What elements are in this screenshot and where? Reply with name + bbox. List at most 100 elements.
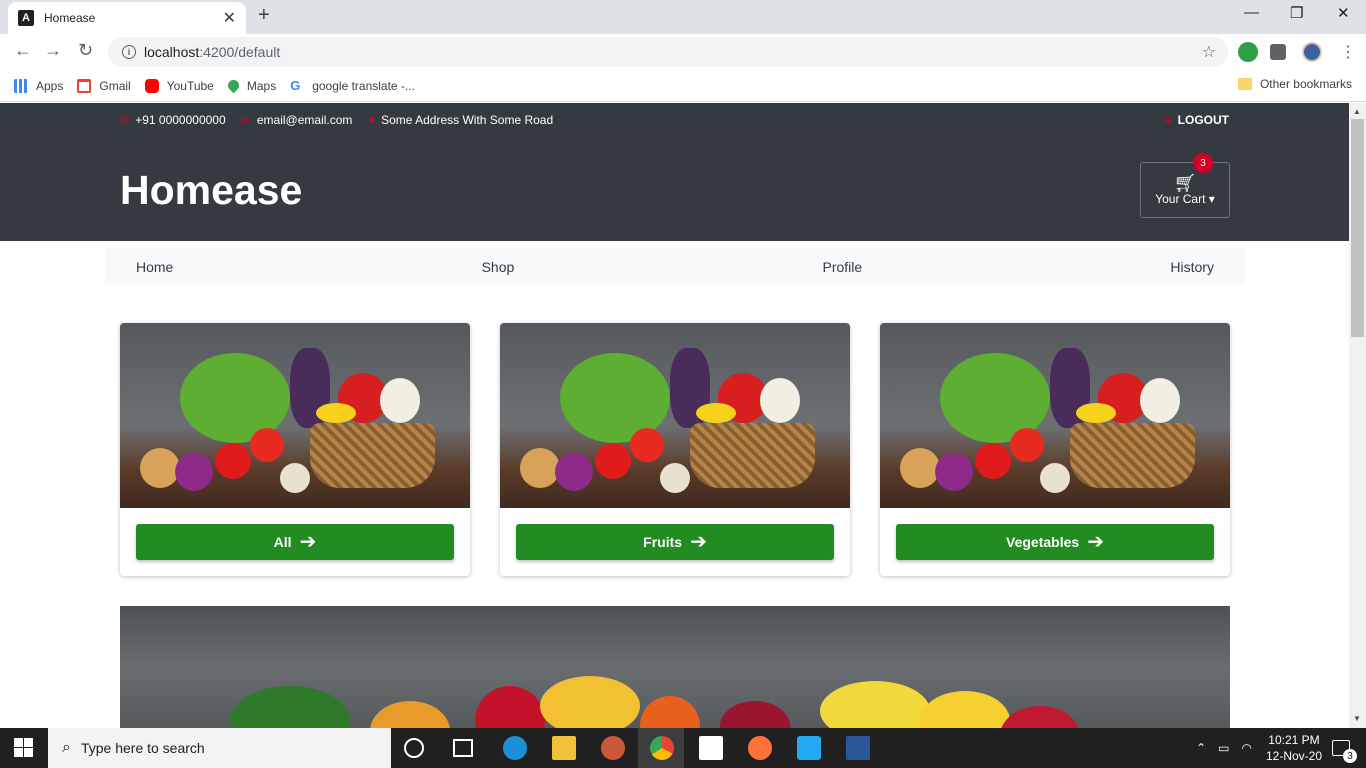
cortana-icon[interactable] <box>404 738 424 758</box>
phone-text: +91 0000000000 <box>135 113 226 127</box>
extensions-puzzle-icon[interactable] <box>1270 44 1286 60</box>
shop-vegetables-button[interactable]: Vegetables ➔ <box>896 524 1214 560</box>
vegetables-image <box>880 323 1230 508</box>
site-info-icon[interactable]: i <box>122 45 136 59</box>
scrollbar-thumb[interactable] <box>1351 119 1364 337</box>
back-button[interactable]: ← <box>14 40 32 61</box>
firefox-icon[interactable] <box>748 736 772 760</box>
nav-history[interactable]: History <box>1170 259 1214 275</box>
paint-icon[interactable] <box>601 736 625 760</box>
evernote-extension-icon[interactable] <box>1238 42 1258 62</box>
battery-icon[interactable]: ▭ <box>1218 741 1229 755</box>
contact-info: ✆ +91 0000000000 ✉ email@email.com ● Some A… <box>120 113 569 127</box>
bookmark-youtube[interactable]: YouTube <box>144 78 214 93</box>
other-bookmarks-label: Other bookmarks <box>1259 77 1352 91</box>
clock[interactable]: 10:21 PM 12-Nov-20 <box>1266 732 1322 764</box>
browser-tab[interactable]: A Homease ✕ <box>8 2 246 34</box>
notification-count: 3 <box>1343 749 1357 763</box>
page-scrollbar[interactable]: ▲ ▼ <box>1349 103 1366 728</box>
task-view-icon[interactable] <box>453 739 473 757</box>
close-tab-icon[interactable]: ✕ <box>223 8 236 28</box>
taskbar-search[interactable]: ⌕ Type here to search <box>48 728 391 768</box>
address-bar[interactable]: i localhost:4200/default ☆ <box>108 37 1228 67</box>
site-brand[interactable]: Homease <box>120 167 302 214</box>
main-nav: Home Shop Profile History <box>105 248 1245 285</box>
system-tray: ⌃ ▭ ◠ 10:21 PM 12-Nov-20 3 <box>1196 728 1366 768</box>
phone-info: ✆ +91 0000000000 <box>120 113 226 127</box>
chrome-icon[interactable] <box>650 736 674 760</box>
other-bookmarks[interactable]: Other bookmarks <box>1237 77 1352 91</box>
menu-kebab-icon[interactable]: ⋮ <box>1340 42 1356 62</box>
url-path: :4200/default <box>199 44 281 60</box>
edge-icon[interactable] <box>503 736 527 760</box>
minimize-button[interactable]: — <box>1244 4 1259 21</box>
bookmarks-bar: Apps Gmail YouTube Maps Ggoogle translat… <box>0 70 1366 102</box>
category-card-all: All ➔ <box>120 323 470 576</box>
browser-tabstrip: A Homease ✕ + — ❐ ✕ <box>0 0 1366 34</box>
shopping-cart-icon: 🛒︎ <box>1173 173 1197 193</box>
arrow-right-icon: ➔ <box>1087 531 1104 553</box>
bookmark-maps[interactable]: Maps <box>225 77 276 94</box>
scroll-down-arrow[interactable]: ▼ <box>1353 714 1361 723</box>
nav-shop[interactable]: Shop <box>482 259 515 275</box>
map-marker-icon: ● <box>368 114 376 126</box>
google-icon: G <box>290 77 301 93</box>
shop-all-button[interactable]: All ➔ <box>136 524 454 560</box>
bookmark-label: Gmail <box>99 78 131 93</box>
nav-profile[interactable]: Profile <box>823 259 863 275</box>
scroll-up-arrow[interactable]: ▲ <box>1353 107 1361 116</box>
arrow-right-icon: ➔ <box>690 531 707 553</box>
clock-date: 12-Nov-20 <box>1265 749 1322 763</box>
fruit-banner-carousel <box>120 606 1230 728</box>
cart-count-badge: 3 <box>1193 153 1213 173</box>
shop-fruits-button[interactable]: Fruits ➔ <box>516 524 834 560</box>
maps-icon <box>225 77 242 94</box>
vscode-icon[interactable] <box>797 736 821 760</box>
cart-dropdown-button[interactable]: 3 🛒︎ Your Cart ▾ <box>1140 153 1230 218</box>
bookmark-label: YouTube <box>166 78 214 93</box>
new-tab-button[interactable]: + <box>258 4 270 27</box>
apps-grid-icon <box>14 78 28 93</box>
sign-out-icon: ➜ <box>1162 114 1172 127</box>
category-card-fruits: Fruits ➔ <box>500 323 850 576</box>
windows-start-icon[interactable] <box>14 738 34 758</box>
notifications-icon[interactable]: 3 <box>1332 740 1357 763</box>
bookmark-google-translate[interactable]: Ggoogle translate -... <box>290 77 415 93</box>
search-placeholder: Type here to search <box>80 740 205 756</box>
logout-link[interactable]: ➜ LOGOUT <box>1162 113 1229 127</box>
youtube-icon <box>144 78 159 93</box>
angular-icon: A <box>18 10 34 26</box>
vegetables-image <box>120 323 470 508</box>
reload-button[interactable]: ↻ <box>78 40 93 61</box>
search-icon: ⌕ <box>62 739 71 756</box>
url-host: localhost <box>144 44 200 60</box>
gmail-icon <box>77 78 92 93</box>
bookmark-label: google translate -... <box>312 78 415 93</box>
clock-time: 10:21 PM <box>1268 733 1320 747</box>
tab-title: Homease <box>44 11 96 25</box>
bookmark-star-icon[interactable]: ☆ <box>1202 42 1216 62</box>
folder-icon <box>1237 78 1252 90</box>
word-icon[interactable] <box>846 736 870 760</box>
cart-label: Your Cart ▾ <box>1155 192 1215 206</box>
bookmark-apps[interactable]: Apps <box>14 78 64 93</box>
windows-taskbar: ⌕ Type here to search ⌃ ▭ ◠ 10:21 PM 12-… <box>0 728 1366 768</box>
page-viewport: ✆ +91 0000000000 ✉ email@email.com ● Some A… <box>0 103 1349 728</box>
store-icon[interactable] <box>699 736 723 760</box>
close-window-button[interactable]: ✕ <box>1337 4 1350 22</box>
wifi-icon[interactable]: ◠ <box>1241 741 1251 755</box>
bookmark-label: Apps <box>36 78 64 93</box>
logout-label: LOGOUT <box>1177 113 1229 127</box>
category-cards: All ➔ Fruits ➔ Vegetables ➔ <box>120 323 1230 576</box>
category-card-vegetables: Vegetables ➔ <box>880 323 1230 576</box>
browser-toolbar: ← → ↻ i localhost:4200/default ☆ <box>0 34 1366 70</box>
forward-button[interactable]: → <box>44 40 62 61</box>
profile-avatar[interactable] <box>1302 42 1322 62</box>
chevron-up-icon[interactable]: ⌃ <box>1196 741 1206 755</box>
envelope-icon: ✉ <box>241 114 251 127</box>
bookmark-gmail[interactable]: Gmail <box>77 78 131 93</box>
file-explorer-icon[interactable] <box>552 736 576 760</box>
restore-button[interactable]: ❐ <box>1290 4 1303 22</box>
nav-home[interactable]: Home <box>136 259 173 275</box>
button-label: All <box>273 534 292 550</box>
